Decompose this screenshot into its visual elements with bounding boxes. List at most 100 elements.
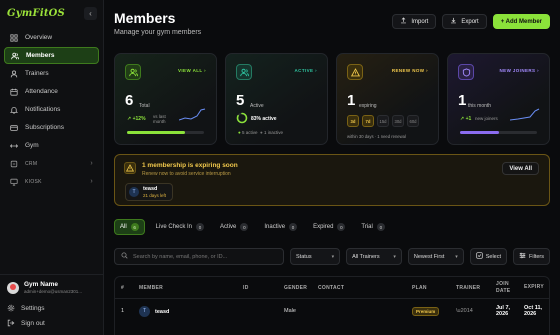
sidebar-item-overview[interactable]: Overview (4, 29, 99, 46)
active-card[interactable]: ACTIVE › 5 Active 83% active ● 5 active … (225, 53, 328, 145)
signout-link[interactable]: Sign out (7, 316, 96, 331)
alert-title: 1 membership is expiring soon (142, 162, 238, 169)
expiring-note: within 30 days · 1 need renewal (347, 134, 406, 139)
avatar: T (129, 187, 139, 197)
chevron-down-icon: ▾ (393, 253, 396, 260)
avatar (7, 281, 19, 294)
stat-cards: VIEW ALL › 6 Total ↗ +12% vs last month … (114, 53, 550, 145)
sidebar-item-notifications[interactable]: Notifications (4, 101, 99, 118)
export-button[interactable]: Export (442, 14, 487, 29)
member-tabs: All 6 Live Check In 0 Active 0 Inactive 0 Ex… (114, 219, 550, 235)
add-member-button[interactable]: + Add Member (492, 14, 550, 29)
active-breakdown: ● 5 active ● 1 inactive (238, 130, 284, 135)
filters-label: Filters (529, 253, 544, 260)
total-sparkline (179, 108, 206, 121)
trainers-select[interactable]: All Trainers ▾ (346, 248, 402, 265)
select-button[interactable]: Select (469, 248, 508, 265)
column-header[interactable]: TRAINER (450, 285, 490, 291)
sidebar-item-attendance[interactable]: Attendance (4, 83, 99, 100)
settings-link[interactable]: Settings (7, 301, 96, 316)
expiring-label: expiring (359, 103, 377, 109)
title-block: Members Manage your gym members (114, 10, 201, 36)
row-gender: Male (284, 308, 296, 314)
tab-expired[interactable]: Expired 0 (308, 219, 350, 235)
monitor-icon (9, 177, 19, 187)
chevron-down-icon: ▾ (455, 253, 458, 260)
tab-label: Inactive (264, 224, 286, 230)
renew-now-link[interactable]: RENEW NOW › (392, 68, 428, 73)
signout-label: Sign out (21, 320, 45, 327)
sidebar-nav: Overview Members Trainers Attendance Not… (0, 26, 103, 194)
tab-trial[interactable]: Trial 0 (356, 219, 389, 235)
sort-select[interactable]: Newest First ▾ (407, 248, 464, 265)
sliders-icon (519, 252, 529, 261)
expiring-member-chip[interactable]: T teasd 21 days left (125, 183, 174, 201)
view-all-button[interactable]: View All (502, 162, 539, 175)
tab-all[interactable]: All 6 (114, 219, 145, 235)
joiners-value: 1 (458, 92, 467, 109)
sidebar-group-kiosk[interactable]: KIOSK › (4, 173, 99, 190)
active-link[interactable]: ACTIVE › (295, 68, 317, 73)
sidebar-item-label: Members (26, 52, 55, 59)
users-icon (125, 64, 141, 80)
main-content: Members Manage your gym members Import E… (104, 0, 560, 335)
tab-inactive[interactable]: Inactive 0 (259, 219, 302, 235)
total-label: Total (139, 103, 150, 109)
expiry-window-pill[interactable]: 30d (392, 115, 404, 127)
row-join-date: Jul 7, 2026 (496, 304, 511, 318)
tab-count: 0 (196, 223, 205, 231)
import-button[interactable]: Import (392, 14, 437, 29)
view-all-link[interactable]: VIEW ALL › (178, 68, 206, 73)
sidebar-group-crm[interactable]: CRM › (4, 155, 99, 172)
tab-count: 0 (289, 223, 298, 231)
view-all-label: VIEW ALL (177, 68, 203, 73)
filters-button[interactable]: Filters (513, 248, 550, 265)
column-header[interactable]: MEMBER (133, 285, 237, 291)
expiring-value: 1 (347, 92, 356, 109)
column-header[interactable]: GENDER (278, 285, 312, 291)
tab-count: 0 (337, 223, 346, 231)
sidebar-item-members[interactable]: Members (4, 47, 99, 64)
tab-label: All (120, 224, 127, 230)
gym-name: Gym Name (24, 281, 58, 288)
joiners-progress-fill (460, 131, 499, 134)
total-card[interactable]: VIEW ALL › 6 Total ↗ +12% vs last month (114, 53, 217, 145)
sidebar-item-trainers[interactable]: Trainers (4, 65, 99, 82)
select-label: Select (485, 253, 502, 260)
new-joiners-label: NEW JOINERS (499, 68, 536, 73)
column-header[interactable]: # (115, 285, 133, 291)
expiring-card[interactable]: RENEW NOW › 1 expiring 3d 7d 15d 30d 60d wit… (336, 53, 439, 145)
expiry-window-pill[interactable]: 3d (347, 115, 359, 127)
card-icon (9, 123, 19, 133)
table-header: # MEMBER ID GENDER CONTACT PLAN TRAINER … (115, 277, 549, 299)
search-input[interactable] (133, 253, 277, 260)
expiry-window-pill[interactable]: 15d (377, 115, 389, 127)
gym-profile[interactable]: Gym Name admin+demo@usman2301... (7, 281, 96, 294)
expiry-window-pill[interactable]: 60d (407, 115, 419, 127)
status-select[interactable]: Status ▾ (290, 248, 341, 265)
new-joiners-link[interactable]: NEW JOINERS › (500, 68, 539, 73)
tab-active[interactable]: Active 0 (215, 219, 253, 235)
app-logo[interactable]: GymFitOS (7, 8, 65, 19)
joiners-card[interactable]: NEW JOINERS › 1 this month ↗ +1 new join… (447, 53, 550, 145)
total-trend-note: vs last month (153, 114, 166, 124)
column-header[interactable]: PLAN (406, 285, 450, 291)
alert-subtitle: Renew now to avoid service interruption (142, 171, 231, 177)
sidebar-item-gym[interactable]: Gym (4, 137, 99, 154)
grid-icon (9, 33, 19, 43)
column-header[interactable]: EXPIRY (518, 284, 546, 291)
joiners-trend: ↗ +1 (460, 116, 472, 122)
tab-live-check-in[interactable]: Live Check In 0 (151, 219, 209, 235)
table-row[interactable]: 1 Tteasd Male Premium \u2014 Jul 7, 2026… (115, 299, 549, 323)
joiners-progress-track (460, 131, 537, 134)
user-icon (9, 69, 19, 79)
expiry-window-pill[interactable]: 7d (362, 115, 374, 127)
column-header[interactable]: CONTACT (312, 285, 406, 291)
column-header[interactable]: JOIN DATE (490, 281, 518, 294)
sidebar-item-label: Trainers (25, 70, 49, 77)
users-icon (236, 64, 252, 80)
collapse-sidebar-button[interactable]: ‹ (84, 6, 97, 20)
warning-icon (347, 64, 363, 80)
column-header[interactable]: ID (237, 285, 278, 291)
sidebar-item-subscriptions[interactable]: Subscriptions (4, 119, 99, 136)
